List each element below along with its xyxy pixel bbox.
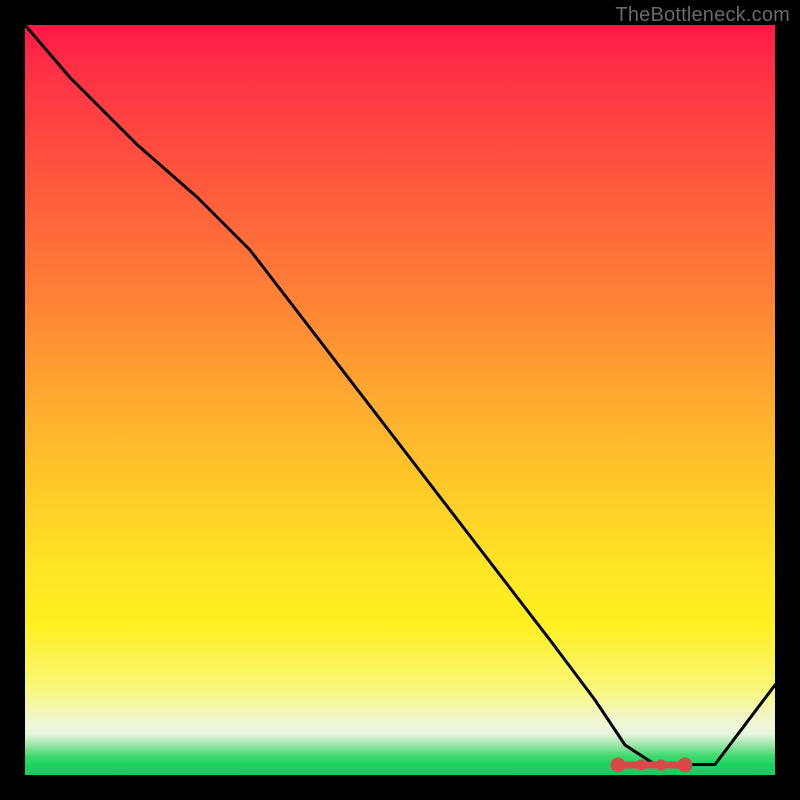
bottleneck-curve-path (25, 25, 775, 765)
curve-layer (25, 25, 775, 775)
sweet-spot-bar (618, 761, 686, 768)
sweet-spot-end-marker (678, 757, 693, 772)
plot-area (25, 25, 775, 775)
attribution-text: TheBottleneck.com (615, 4, 790, 27)
chart-frame: TheBottleneck.com (0, 0, 800, 800)
sweet-spot-start-marker (610, 757, 625, 772)
sweet-spot-dot (656, 759, 667, 770)
sweet-spot-dot (636, 759, 647, 770)
